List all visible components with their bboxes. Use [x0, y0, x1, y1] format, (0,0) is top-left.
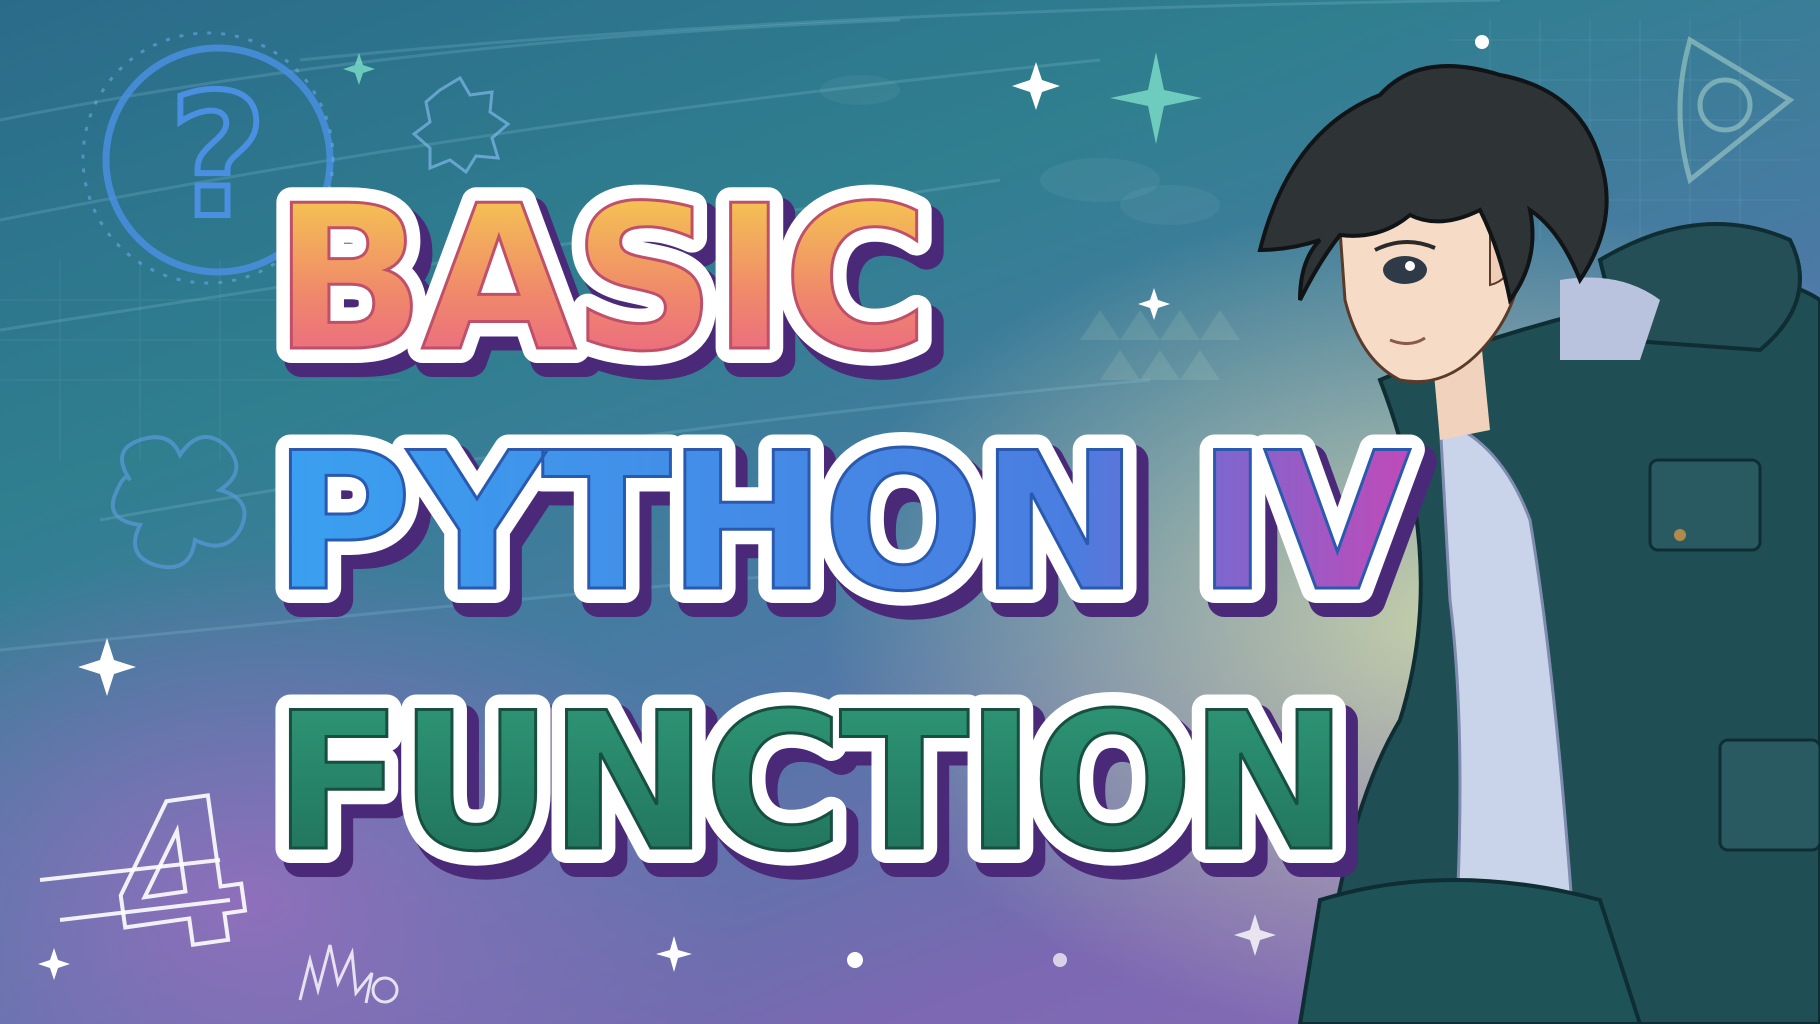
title-line-2: PYTHON IV PYTHON IV PYTHON IV — [258, 397, 1575, 662]
title-text-basic: BASIC — [273, 163, 925, 396]
title-text-python-iv: PYTHON IV — [273, 412, 1411, 633]
title-line-3-svg: FUNCTION FUNCTION FUNCTION — [258, 657, 1375, 922]
title-line-2-svg: PYTHON IV PYTHON IV PYTHON IV — [258, 397, 1442, 662]
title-line-3: FUNCTION FUNCTION FUNCTION — [258, 657, 1515, 922]
thumbnail-canvas: ? 4 BASIC BASIC BASIC PYTHON IV PYTHON I… — [0, 0, 1820, 1024]
title-line-1-svg: BASIC BASIC BASIC — [258, 148, 956, 425]
title-text-function: FUNCTION — [273, 672, 1344, 893]
title-line-1: BASIC BASIC BASIC — [258, 148, 1125, 425]
